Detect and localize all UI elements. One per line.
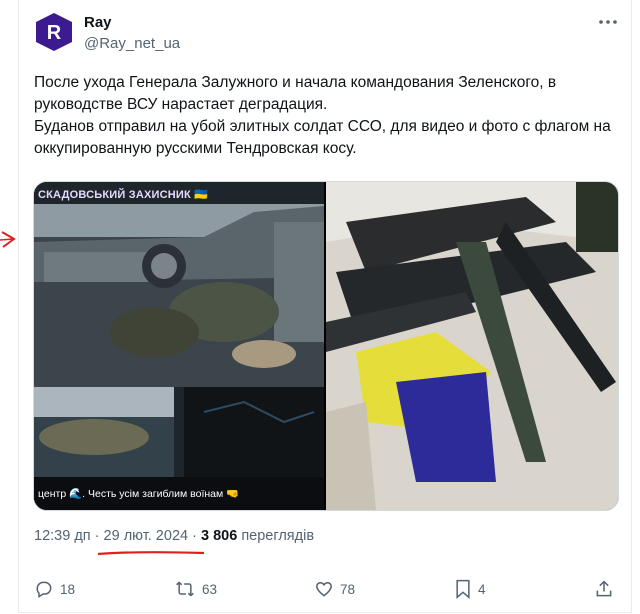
more-icon	[599, 20, 617, 24]
media-caption-top: СКАДОВСЬКИЙ ЗАХИСНИК 🇺🇦	[38, 189, 209, 201]
heart-icon	[315, 582, 333, 597]
repost-button[interactable]: 63	[174, 577, 217, 601]
date-underline-annotation	[97, 551, 205, 556]
repost-count: 63	[202, 581, 218, 597]
bookmark-button[interactable]: 4	[454, 577, 486, 601]
reply-button[interactable]: 18	[34, 577, 75, 601]
action-bar: 18 63 78 4	[34, 577, 619, 601]
tweet-date[interactable]: 29 лют. 2024	[104, 528, 189, 544]
like-button[interactable]: 78	[314, 577, 355, 601]
tweet-meta: 12:39 дп · 29 лют. 2024 · 3 806 перегляд…	[34, 528, 314, 544]
views-count: 3 806	[200, 528, 238, 544]
author-handle[interactable]: @Ray_net_ua	[84, 35, 180, 52]
share-button[interactable]	[594, 577, 620, 601]
avatar-letter: R	[47, 22, 62, 44]
reply-count: 18	[60, 581, 76, 597]
author-name[interactable]: Ray	[84, 14, 112, 31]
bookmark-count: 4	[478, 581, 486, 597]
share-icon	[596, 580, 612, 597]
media-caption-bottom: центр 🌊. Честь усім загиблим воїнам 🤜	[38, 488, 240, 500]
tweet-paragraph: После ухода Генерала Залужного и начала …	[34, 74, 557, 113]
views-label: переглядів	[241, 528, 315, 544]
media-grid: СКАДОВСЬКИЙ ЗАХИСНИК 🇺🇦 центр 🌊. Честь у…	[33, 181, 619, 511]
media-image-boat[interactable]: СКАДОВСЬКИЙ ЗАХИСНИК 🇺🇦 центр 🌊. Честь у…	[34, 182, 324, 510]
annotation-arrow-icon	[0, 231, 16, 248]
tweet-time[interactable]: 12:39 дп	[34, 528, 91, 544]
tweet-paragraph: Буданов отправил на убой элитных солдат …	[34, 118, 611, 157]
tweet-text: После ухода Генерала Залужного и начала …	[34, 72, 624, 160]
meta-separator: ·	[94, 528, 100, 544]
meta-separator: ·	[192, 528, 197, 544]
avatar[interactable]: R	[34, 12, 74, 52]
repost-icon	[176, 581, 194, 597]
more-options-button[interactable]	[598, 12, 618, 32]
media-image-weapons[interactable]	[326, 182, 618, 510]
bookmark-icon	[456, 579, 470, 599]
like-count: 78	[340, 581, 356, 597]
reply-icon	[36, 581, 52, 598]
